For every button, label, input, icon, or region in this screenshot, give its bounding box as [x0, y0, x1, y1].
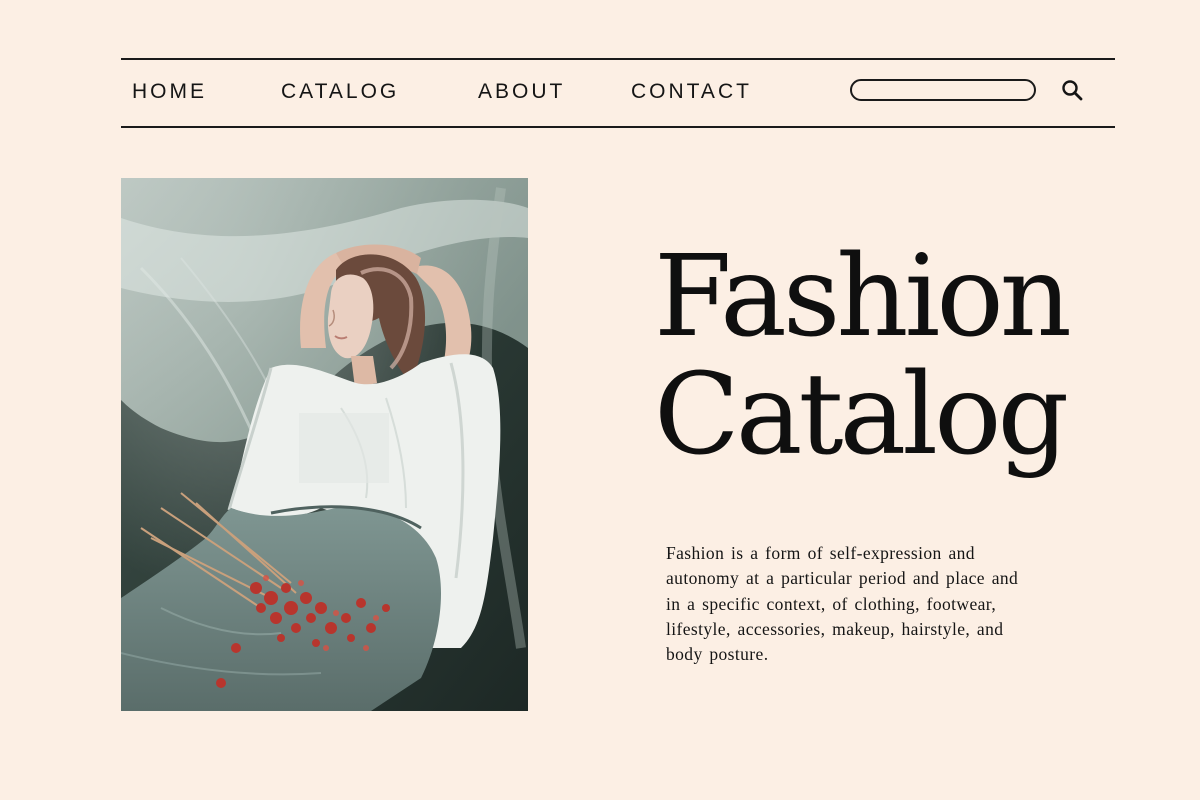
- nav-link-about[interactable]: ABOUT: [478, 80, 565, 104]
- nav-link-catalog[interactable]: CATALOG: [281, 80, 399, 104]
- nav-link-contact[interactable]: CONTACT: [631, 80, 752, 104]
- nav-bottom-divider: [121, 126, 1115, 128]
- search-icon[interactable]: [1061, 79, 1085, 103]
- search-input[interactable]: [850, 79, 1036, 101]
- nav-link-home[interactable]: HOME: [132, 80, 207, 104]
- hero-description: Fashion is a form of self-expression and…: [666, 543, 1019, 665]
- main-nav: HOME CATALOG ABOUT CONTACT: [121, 60, 1115, 126]
- model-photo: [121, 178, 528, 711]
- hero-title-line-1: Fashion: [654, 232, 1072, 362]
- hero-title-line-2: Catalog: [654, 350, 1069, 480]
- hero-title: Fashion Catalog: [654, 232, 1072, 480]
